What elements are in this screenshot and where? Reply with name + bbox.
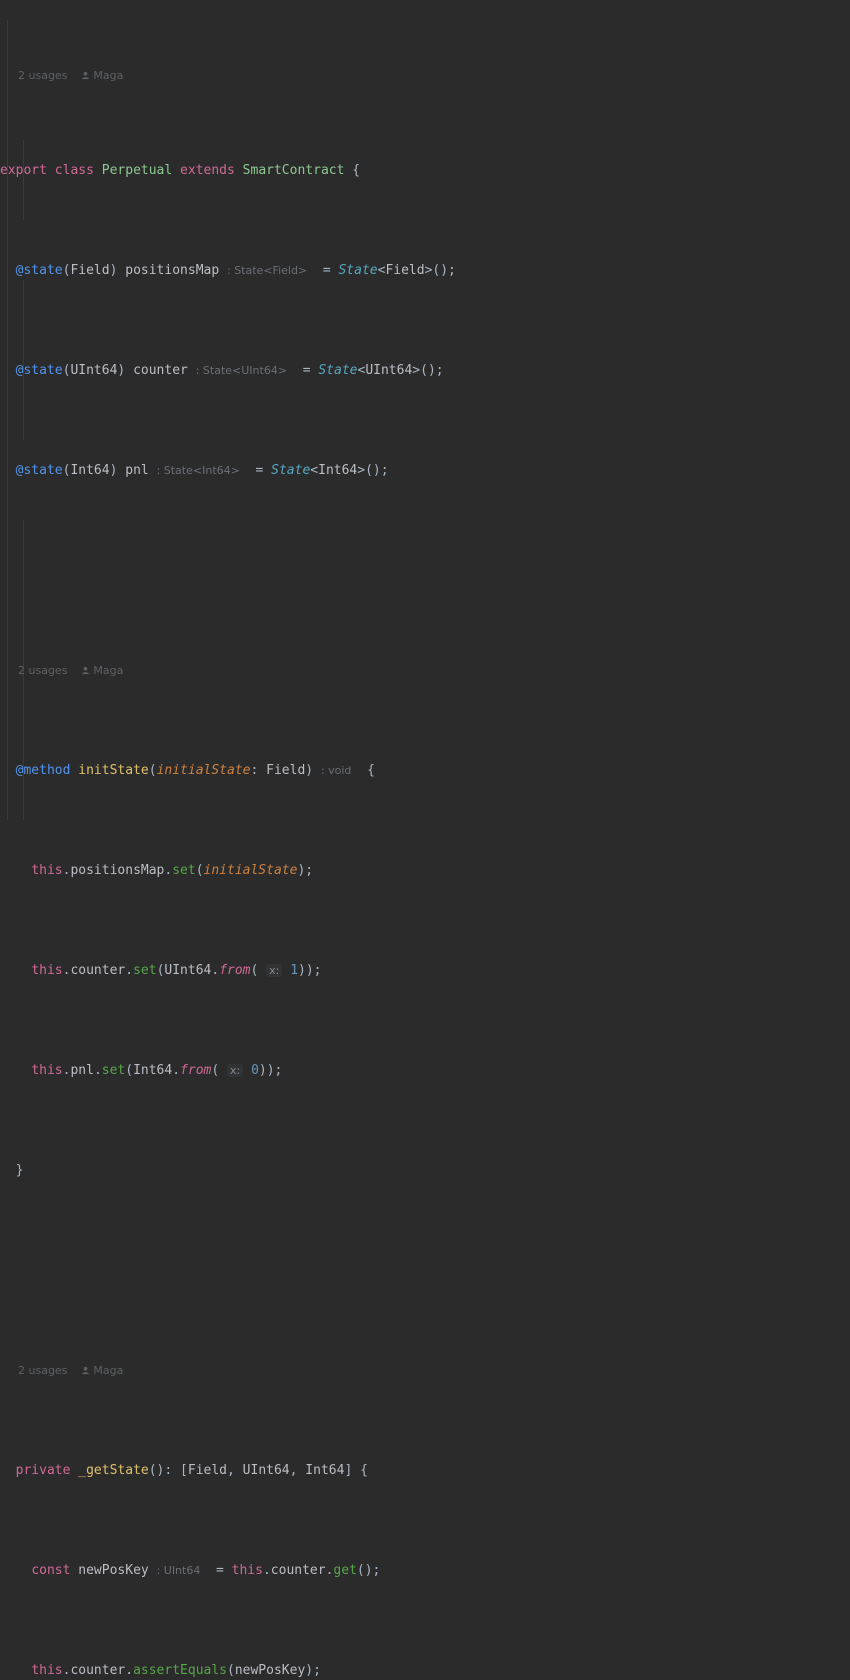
code-line[interactable]: @state(UInt64) counter : State<UInt64> =… <box>0 361 850 381</box>
code-line[interactable]: const newPosKey : UInt64 = this.counter.… <box>0 1561 850 1581</box>
author-label[interactable]: Maga <box>93 664 123 677</box>
usages-label[interactable]: 2 usages <box>18 1364 67 1377</box>
author-label[interactable]: Maga <box>93 71 123 81</box>
code-line[interactable]: this.pnl.set(Int64.from( x: 0)); <box>0 1061 850 1081</box>
code-editor[interactable]: 2 usages Maga export class Perpetual exte… <box>0 0 850 1678</box>
code-line[interactable]: this.counter.set(UInt64.from( x: 1)); <box>0 961 850 981</box>
code-vision-row[interactable]: 2 usages Maga <box>0 1361 850 1381</box>
person-icon <box>81 1366 90 1375</box>
code-line[interactable]: @state(Field) positionsMap : State<Field… <box>0 261 850 281</box>
code-content[interactable]: 2 usages Maga export class Perpetual exte… <box>0 0 850 1680</box>
code-line[interactable]: export class Perpetual extends SmartCont… <box>0 161 850 181</box>
code-vision-row[interactable]: 2 usages Maga <box>0 71 850 81</box>
code-line[interactable]: private _getState(): [Field, UInt64, Int… <box>0 1461 850 1481</box>
code-vision-row[interactable]: 2 usages Maga <box>0 661 850 681</box>
usages-label[interactable]: 2 usages <box>18 71 67 81</box>
person-icon <box>81 666 90 675</box>
code-line[interactable]: } <box>0 1161 850 1181</box>
usages-label[interactable]: 2 usages <box>18 664 67 677</box>
code-line[interactable]: this.positionsMap.set(initialState); <box>0 861 850 881</box>
code-line[interactable]: @state(Int64) pnl : State<Int64> = State… <box>0 461 850 481</box>
person-icon <box>81 71 90 80</box>
author-label[interactable]: Maga <box>93 1364 123 1377</box>
code-line[interactable]: @method initState(initialState: Field) :… <box>0 761 850 781</box>
code-line[interactable]: this.counter.assertEquals(newPosKey); <box>0 1661 850 1680</box>
